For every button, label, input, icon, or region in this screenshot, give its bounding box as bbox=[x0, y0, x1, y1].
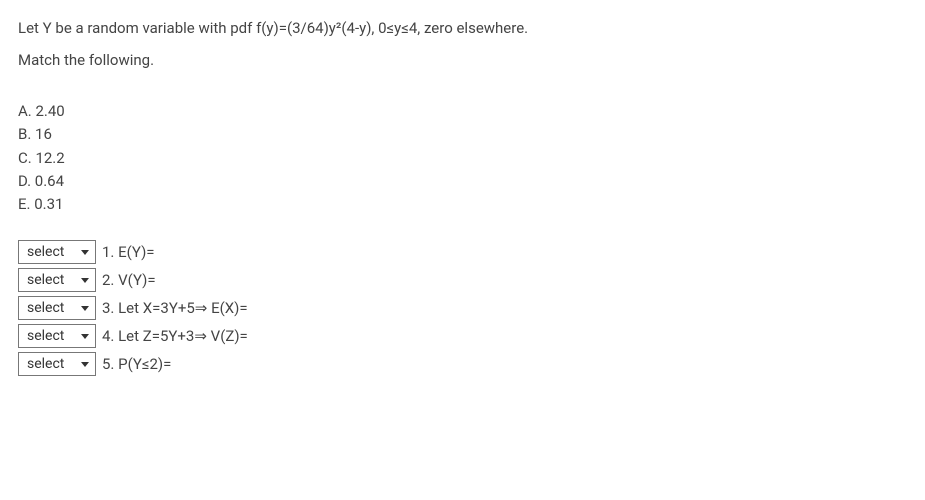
select-value: select bbox=[27, 300, 64, 316]
match-row-1: select 1. E(Y)= bbox=[18, 240, 907, 264]
select-dropdown-4[interactable]: select bbox=[18, 324, 96, 348]
match-label-2: 2. V(Y)= bbox=[102, 271, 156, 289]
option-c: C. 12.2 bbox=[18, 147, 907, 170]
match-row-5: select 5. P(Y≤2)= bbox=[18, 352, 907, 376]
match-row-2: select 2. V(Y)= bbox=[18, 268, 907, 292]
option-a: A. 2.40 bbox=[18, 100, 907, 123]
chevron-down-icon bbox=[81, 278, 89, 283]
match-label-5: 5. P(Y≤2)= bbox=[102, 355, 171, 373]
select-value: select bbox=[27, 328, 64, 344]
answer-options: A. 2.40 B. 16 C. 12.2 D. 0.64 E. 0.31 bbox=[18, 100, 907, 216]
select-value: select bbox=[27, 244, 64, 260]
match-row-4: select 4. Let Z=5Y+3⇒ V(Z)= bbox=[18, 324, 907, 348]
match-label-3: 3. Let X=3Y+5⇒ E(X)= bbox=[102, 299, 248, 317]
option-b: B. 16 bbox=[18, 123, 907, 146]
problem-statement-line2: Match the following. bbox=[18, 48, 907, 72]
match-row-3: select 3. Let X=3Y+5⇒ E(X)= bbox=[18, 296, 907, 320]
select-dropdown-2[interactable]: select bbox=[18, 268, 96, 292]
select-dropdown-3[interactable]: select bbox=[18, 296, 96, 320]
chevron-down-icon bbox=[81, 306, 89, 311]
select-value: select bbox=[27, 272, 64, 288]
select-dropdown-1[interactable]: select bbox=[18, 240, 96, 264]
chevron-down-icon bbox=[81, 362, 89, 367]
match-label-1: 1. E(Y)= bbox=[102, 243, 155, 261]
chevron-down-icon bbox=[81, 334, 89, 339]
matching-list: select 1. E(Y)= select 2. V(Y)= select 3… bbox=[18, 240, 907, 376]
problem-statement-line1: Let Y be a random variable with pdf f(y)… bbox=[18, 16, 907, 40]
select-value: select bbox=[27, 356, 64, 372]
match-label-4: 4. Let Z=5Y+3⇒ V(Z)= bbox=[102, 327, 248, 345]
chevron-down-icon bbox=[81, 250, 89, 255]
option-e: E. 0.31 bbox=[18, 193, 907, 216]
option-d: D. 0.64 bbox=[18, 170, 907, 193]
select-dropdown-5[interactable]: select bbox=[18, 352, 96, 376]
